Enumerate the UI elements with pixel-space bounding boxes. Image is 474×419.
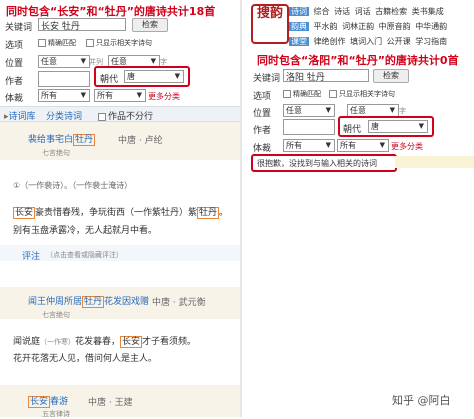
- dynasty-select[interactable]: 唐 ▼: [124, 70, 184, 83]
- right-panel: 搜韵 诗词 综合 诗话 词话 古籍检索 类书集成 韵典 平水韵 词林正韵 中原音…: [243, 0, 474, 200]
- right-headline: 同时包含“洛阳”和“牡丹”的唐诗共计0首: [257, 54, 459, 67]
- option-label: 选项: [253, 92, 272, 102]
- author-label: 作者: [253, 126, 272, 136]
- nav-tag-classroom[interactable]: 课堂: [289, 37, 309, 46]
- related-only-checkbox[interactable]: 只显示相关字诗句: [329, 89, 395, 99]
- more-categories-link[interactable]: 更多分类: [391, 141, 423, 152]
- dynasty-label: 朝代: [343, 125, 362, 135]
- option-label: 选项: [5, 41, 24, 51]
- nav-row-1: 诗词 综合 诗话 词话 古籍检索 类书集成: [289, 6, 444, 17]
- poem-2-form: 七言绝句: [42, 311, 70, 319]
- watermark: 知乎 @阿白: [392, 394, 451, 407]
- more-categories-link[interactable]: 更多分类: [148, 91, 180, 102]
- chevron-down-icon: ▼: [379, 141, 385, 149]
- genre-label: 体裁: [5, 94, 24, 104]
- poem-3-meta[interactable]: 中唐 · 王建: [88, 395, 133, 408]
- poem-3-form: 五言律诗: [42, 410, 70, 418]
- nav-item[interactable]: 类书集成: [412, 7, 444, 16]
- poem-1-note: ①（一作裴诗）。（一作裴士淹诗）: [13, 181, 133, 190]
- exact-match-checkbox[interactable]: 精确匹配: [283, 89, 321, 99]
- chevron-down-icon: ▼: [174, 72, 180, 80]
- checkbox-icon: [86, 39, 94, 47]
- nav-item[interactable]: 律绝创作: [314, 37, 346, 46]
- chevron-down-icon: ▼: [325, 106, 331, 114]
- checkbox-icon: [98, 112, 106, 121]
- poem-1-comment-hint: （点击查看或隐藏评注）: [46, 251, 123, 259]
- position-label: 位置: [253, 109, 272, 119]
- panel-divider: [240, 0, 242, 417]
- nav-tag-poems[interactable]: 诗词: [289, 7, 309, 16]
- nav-item[interactable]: 诗话: [334, 7, 350, 16]
- genre-label: 体裁: [253, 144, 272, 154]
- poem-1-comment-link[interactable]: 评注: [22, 249, 40, 262]
- chevron-down-icon: ▼: [136, 91, 142, 99]
- chevron-down-icon: ▼: [80, 91, 86, 99]
- author-input[interactable]: [283, 119, 335, 135]
- genre-select-1[interactable]: 所有 ▼: [38, 89, 90, 102]
- genre-select-2[interactable]: 所有 ▼: [337, 139, 389, 152]
- nav-item[interactable]: 词话: [355, 7, 371, 16]
- keyword-label: 关键词: [5, 23, 33, 33]
- dynasty-label: 朝代: [100, 75, 119, 85]
- related-only-checkbox[interactable]: 只显示相关字诗句: [86, 38, 152, 48]
- poem-2-title[interactable]: 闻王仲周所居 牡丹 花发因戏赠: [28, 294, 149, 308]
- nav-row-3: 课堂 律绝创作 填词入门 公开课 学习指南: [289, 36, 447, 47]
- poem-1-line-1: 长安 豪贵惜春残，争玩街西（一作紫牡丹）紫 牡丹。: [13, 207, 229, 219]
- dynasty-select[interactable]: 唐 ▼: [368, 120, 428, 133]
- author-input[interactable]: [38, 71, 90, 87]
- left-headline: 同时包含“长安”和“牡丹”的唐诗共计18首: [6, 5, 216, 18]
- nav-item[interactable]: 中原音韵: [379, 22, 411, 31]
- keyword-input[interactable]: 长安 牡丹: [38, 18, 126, 32]
- author-label: 作者: [5, 77, 24, 87]
- checkbox-icon: [329, 90, 337, 98]
- poem-2-line-1: 闻说庭（一作寒）花发暮春， 长安 才子看须频。: [13, 336, 197, 348]
- nav-item[interactable]: 中华通韵: [415, 22, 447, 31]
- poem-3-title[interactable]: 长安 春游: [28, 394, 68, 408]
- tab-poem-library[interactable]: ▸诗词库: [4, 109, 36, 122]
- nav-item[interactable]: 填词入门: [350, 37, 382, 46]
- search-button[interactable]: 检索: [373, 69, 409, 83]
- checkbox-icon: [38, 39, 46, 47]
- position-select-1[interactable]: 任意 ▼: [38, 55, 90, 68]
- chevron-down-icon: ▼: [80, 57, 86, 65]
- checkbox-icon: [283, 90, 291, 98]
- char-suffix: 字: [399, 107, 406, 115]
- nav-item[interactable]: 学习指南: [415, 37, 447, 46]
- chevron-down-icon: ▼: [325, 141, 331, 149]
- chevron-down-icon: ▼: [418, 122, 424, 130]
- nav-item[interactable]: 平水韵: [314, 22, 338, 31]
- nav-item[interactable]: 词林正韵: [342, 22, 374, 31]
- poem-1-meta[interactable]: 中唐 · 卢纶: [118, 133, 163, 146]
- position-label: 位置: [5, 59, 24, 69]
- keyword-input[interactable]: 洛阳 牡丹: [283, 69, 369, 83]
- poem-1-form: 七言绝句: [42, 149, 70, 157]
- chevron-down-icon: ▼: [389, 106, 395, 114]
- poem-1-title[interactable]: 裴给事宅白 牡丹: [28, 132, 96, 146]
- left-panel: 同时包含“长安”和“牡丹”的唐诗共计18首 关键词 长安 牡丹 检索 选项 精确…: [0, 0, 240, 418]
- nav-item[interactable]: 古籍检索: [375, 7, 407, 16]
- site-logo[interactable]: 搜韵: [251, 4, 289, 44]
- no-result-message: 很抱歉，没找到与输入相关的诗词: [251, 154, 397, 172]
- genre-select-1[interactable]: 所有 ▼: [283, 139, 335, 152]
- search-button[interactable]: 检索: [132, 18, 168, 32]
- position-select-1[interactable]: 任意 ▼: [283, 104, 335, 117]
- nav-item[interactable]: 公开课: [387, 37, 411, 46]
- poem-1-line-2: 别有玉盘承露冷，无人起就月中看。: [13, 226, 158, 236]
- no-result-bar: [395, 156, 474, 168]
- genre-select-2[interactable]: 所有 ▼: [94, 89, 146, 102]
- no-line-break-checkbox[interactable]: 作品不分行: [98, 109, 153, 122]
- nav-tag-rhyme[interactable]: 韵典: [289, 22, 309, 31]
- exact-match-checkbox[interactable]: 精确匹配: [38, 38, 76, 48]
- keyword-label: 关键词: [253, 74, 281, 84]
- nav-item[interactable]: 综合: [314, 7, 330, 16]
- nav-row-2: 韵典 平水韵 词林正韵 中原音韵 中华通韵: [289, 21, 447, 32]
- poem-2-line-2: 花开花落无人见，借问何人是主人。: [13, 354, 158, 364]
- tab-category-poems[interactable]: 分类诗词: [46, 109, 82, 122]
- poem-2-meta[interactable]: 中唐 · 武元衡: [152, 295, 206, 308]
